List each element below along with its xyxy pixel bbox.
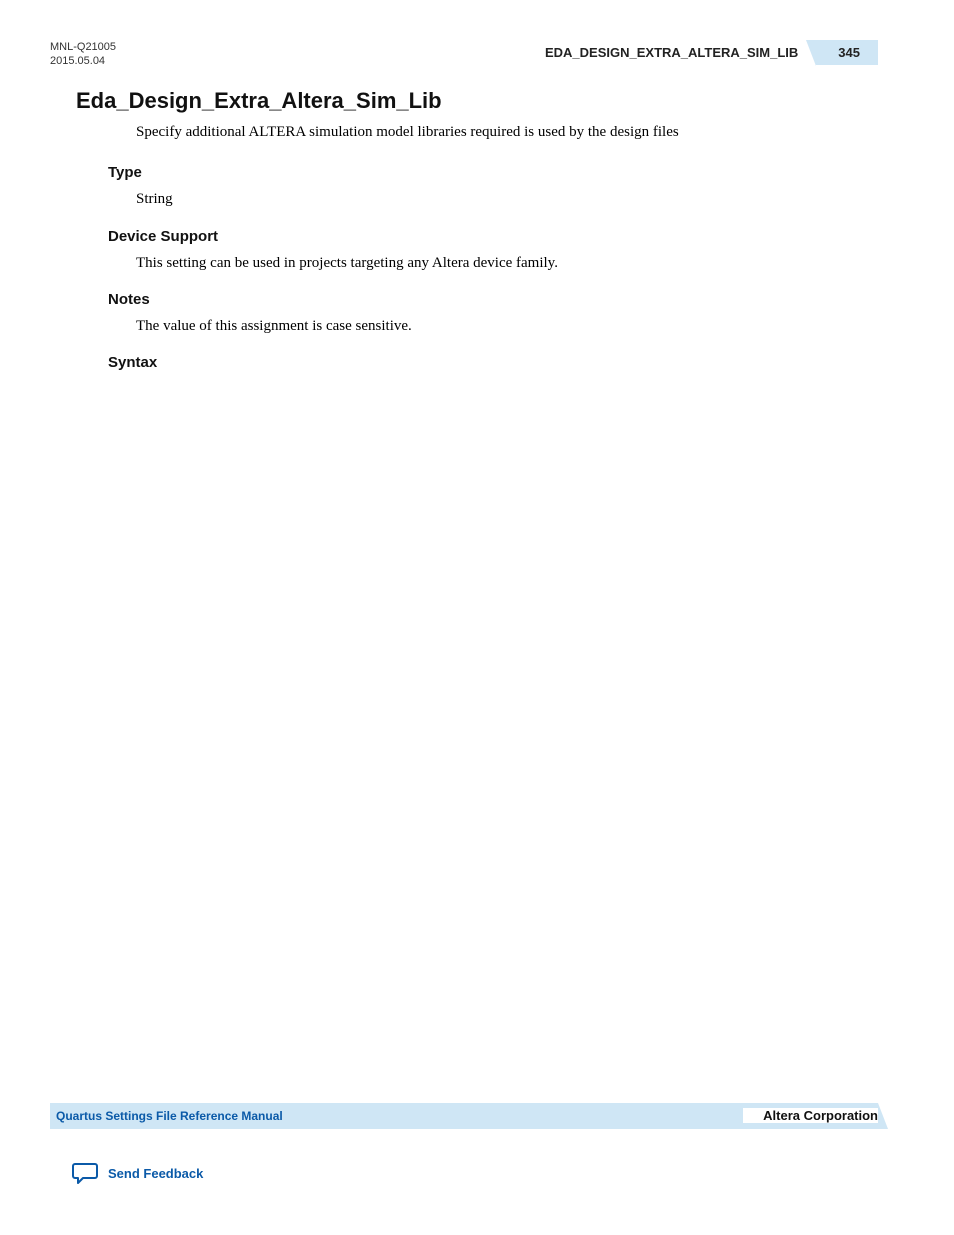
content: Eda_Design_Extra_Altera_Sim_Lib Specify … [76, 88, 878, 379]
running-title: EDA_DESIGN_EXTRA_ALTERA_SIM_LIB [545, 45, 798, 60]
doc-id: MNL-Q21005 [50, 40, 116, 54]
notes-body: The value of this assignment is case sen… [136, 316, 878, 336]
intro-paragraph: Specify additional ALTERA simulation mod… [136, 122, 878, 142]
main-heading: Eda_Design_Extra_Altera_Sim_Lib [76, 88, 878, 114]
device-support-body: This setting can be used in projects tar… [136, 253, 878, 273]
page: MNL-Q21005 2015.05.04 EDA_DESIGN_EXTRA_A… [0, 0, 954, 1235]
syntax-heading: Syntax [108, 354, 878, 371]
page-header: MNL-Q21005 2015.05.04 EDA_DESIGN_EXTRA_A… [50, 40, 878, 70]
header-right: EDA_DESIGN_EXTRA_ALTERA_SIM_LIB 345 [545, 40, 878, 65]
send-feedback-link[interactable]: Send Feedback [72, 1161, 203, 1185]
type-heading: Type [108, 164, 878, 181]
notes-heading: Notes [108, 291, 878, 308]
doc-id-block: MNL-Q21005 2015.05.04 [50, 40, 116, 69]
comment-icon [72, 1161, 98, 1185]
type-body: String [136, 189, 878, 209]
page-number-badge: 345 [816, 40, 878, 65]
device-support-heading: Device Support [108, 228, 878, 245]
ref-manual-link[interactable]: Quartus Settings File Reference Manual [56, 1109, 283, 1123]
send-feedback-label: Send Feedback [108, 1166, 203, 1181]
footer-corporation: Altera Corporation [743, 1108, 878, 1123]
doc-date: 2015.05.04 [50, 54, 116, 68]
